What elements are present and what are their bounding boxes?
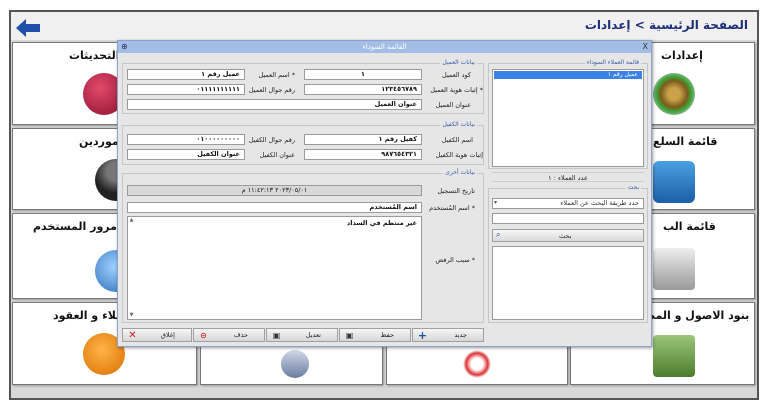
- plus-icon: +: [417, 329, 428, 342]
- search-method-select[interactable]: حدد طريقة البحث عن العملاء: [492, 198, 644, 209]
- search-button-label: بحث: [559, 232, 572, 240]
- search-button[interactable]: بحث ⌕: [492, 229, 644, 242]
- shopping-basket-icon: [653, 161, 695, 203]
- tile-label: إعدادات: [661, 49, 703, 62]
- rejection-reason-label: * سبب الرفض: [435, 256, 475, 264]
- tools-icon: [281, 350, 309, 378]
- save-button[interactable]: حفظ ▣: [339, 328, 411, 342]
- group-title: قائمة العملاء السوداء: [584, 59, 641, 66]
- guarantor-mobile-label: رقم جوال الكفيل: [248, 136, 295, 144]
- breadcrumb[interactable]: الصفحة الرئيسية > إعدادات: [585, 18, 748, 32]
- client-code-field[interactable]: ١: [304, 69, 422, 80]
- edit-button-label: تعديل: [305, 331, 321, 339]
- group-title: بحث: [625, 184, 641, 191]
- save-button-label: حفظ: [380, 331, 394, 339]
- dialog-title-bar[interactable]: القائمة السوداء: [118, 41, 651, 53]
- bank-building-icon: [653, 248, 695, 290]
- chevron-down-icon[interactable]: ▾: [494, 199, 497, 206]
- close-x-icon: ✕: [128, 330, 137, 341]
- tile-label: قائمة الب: [663, 220, 716, 233]
- blacklist-listbox[interactable]: عميل رقم ١: [492, 69, 644, 167]
- group-title: بيانات أخرى: [443, 169, 477, 176]
- delete-icon: ⊝: [200, 331, 207, 340]
- guarantor-mobile-field[interactable]: ٠١٠٠٠٠٠٠٠٠٠: [127, 134, 245, 145]
- group-title: بيانات الكفيل: [440, 121, 477, 128]
- blacklist-dialog: القائمة السوداء X ⊕ قائمة العملاء السودا…: [117, 40, 652, 347]
- tile-bottom-3[interactable]: [386, 345, 568, 385]
- search-icon: ⌕: [496, 230, 501, 239]
- close-button-label: إغلاق: [160, 331, 175, 339]
- search-input[interactable]: [492, 213, 644, 224]
- client-address-label: عنوان العميل: [435, 101, 471, 109]
- back-arrow-icon[interactable]: [14, 17, 42, 39]
- registration-date-field: ٢٠٢٣/٠٥/٠١ ١١:٤٢:١٣ م: [127, 185, 422, 196]
- registration-date-label: تاريخ التسجيل: [437, 187, 475, 195]
- username-label: * اسم المُستخدم: [429, 204, 475, 212]
- floppy-disk-icon: ▣: [345, 331, 354, 340]
- username-field[interactable]: اسم المُستخدم: [127, 202, 422, 213]
- scrollbar-up-icon[interactable]: ▲: [128, 217, 135, 224]
- guarantor-name-label: اسم الكفيل: [441, 136, 473, 144]
- floppy-disk-edit-icon: ▣: [272, 331, 281, 340]
- search-results[interactable]: [492, 246, 644, 320]
- tile-bottom-2[interactable]: [200, 345, 383, 385]
- close-button[interactable]: إغلاق ✕: [122, 328, 192, 342]
- money-stack-icon: [653, 335, 695, 377]
- tile-label: قائمة السلع: [653, 135, 718, 148]
- rejection-reason-textarea[interactable]: غير منتظم في السداد ▲ ▼: [127, 216, 422, 320]
- scrollbar-down-icon[interactable]: ▼: [128, 312, 135, 319]
- client-mobile-label: رقم جوال العميل: [248, 86, 295, 94]
- guarantor-address-label: عنوان الكفيل: [259, 151, 295, 159]
- guarantor-id-field[interactable]: ٩٨٧٦٥٤٣٢١: [304, 149, 422, 160]
- client-id-field[interactable]: ١٢٣٤٥٦٧٨٩: [304, 84, 422, 95]
- client-count: عدد العملاء : ١: [492, 172, 644, 182]
- delete-button[interactable]: حذف ⊝: [193, 328, 265, 342]
- group-title: بيانات العميل: [440, 59, 477, 66]
- rejection-reason-text: غير منتظم في السداد: [346, 219, 417, 227]
- settings-gear-icon: [653, 73, 695, 115]
- edit-button[interactable]: تعديل ▣: [266, 328, 338, 342]
- client-name-field[interactable]: عميل رقم ١: [127, 69, 245, 80]
- client-address-field[interactable]: عنوان العميل: [127, 99, 422, 110]
- route-map-icon: [463, 350, 491, 378]
- client-mobile-field[interactable]: ٠١١١١١١١١١١: [127, 84, 245, 95]
- new-button[interactable]: جديد +: [412, 328, 484, 342]
- guarantor-address-field[interactable]: عنوان الكفيل: [127, 149, 245, 160]
- client-code-label: كود العميل: [442, 71, 471, 79]
- list-item[interactable]: عميل رقم ١: [494, 71, 642, 79]
- guarantor-id-label: إثبات هوية الكفيل: [435, 151, 483, 159]
- client-id-label: * إثبات هوية العميل: [430, 86, 483, 94]
- new-button-label: جديد: [454, 331, 467, 339]
- delete-button-label: حذف: [233, 331, 248, 339]
- close-icon[interactable]: X: [643, 42, 648, 52]
- pin-icon[interactable]: ⊕: [121, 41, 128, 53]
- guarantor-name-field[interactable]: كفيل رقم ١: [304, 134, 422, 145]
- client-name-label: * اسم العميل: [258, 71, 295, 79]
